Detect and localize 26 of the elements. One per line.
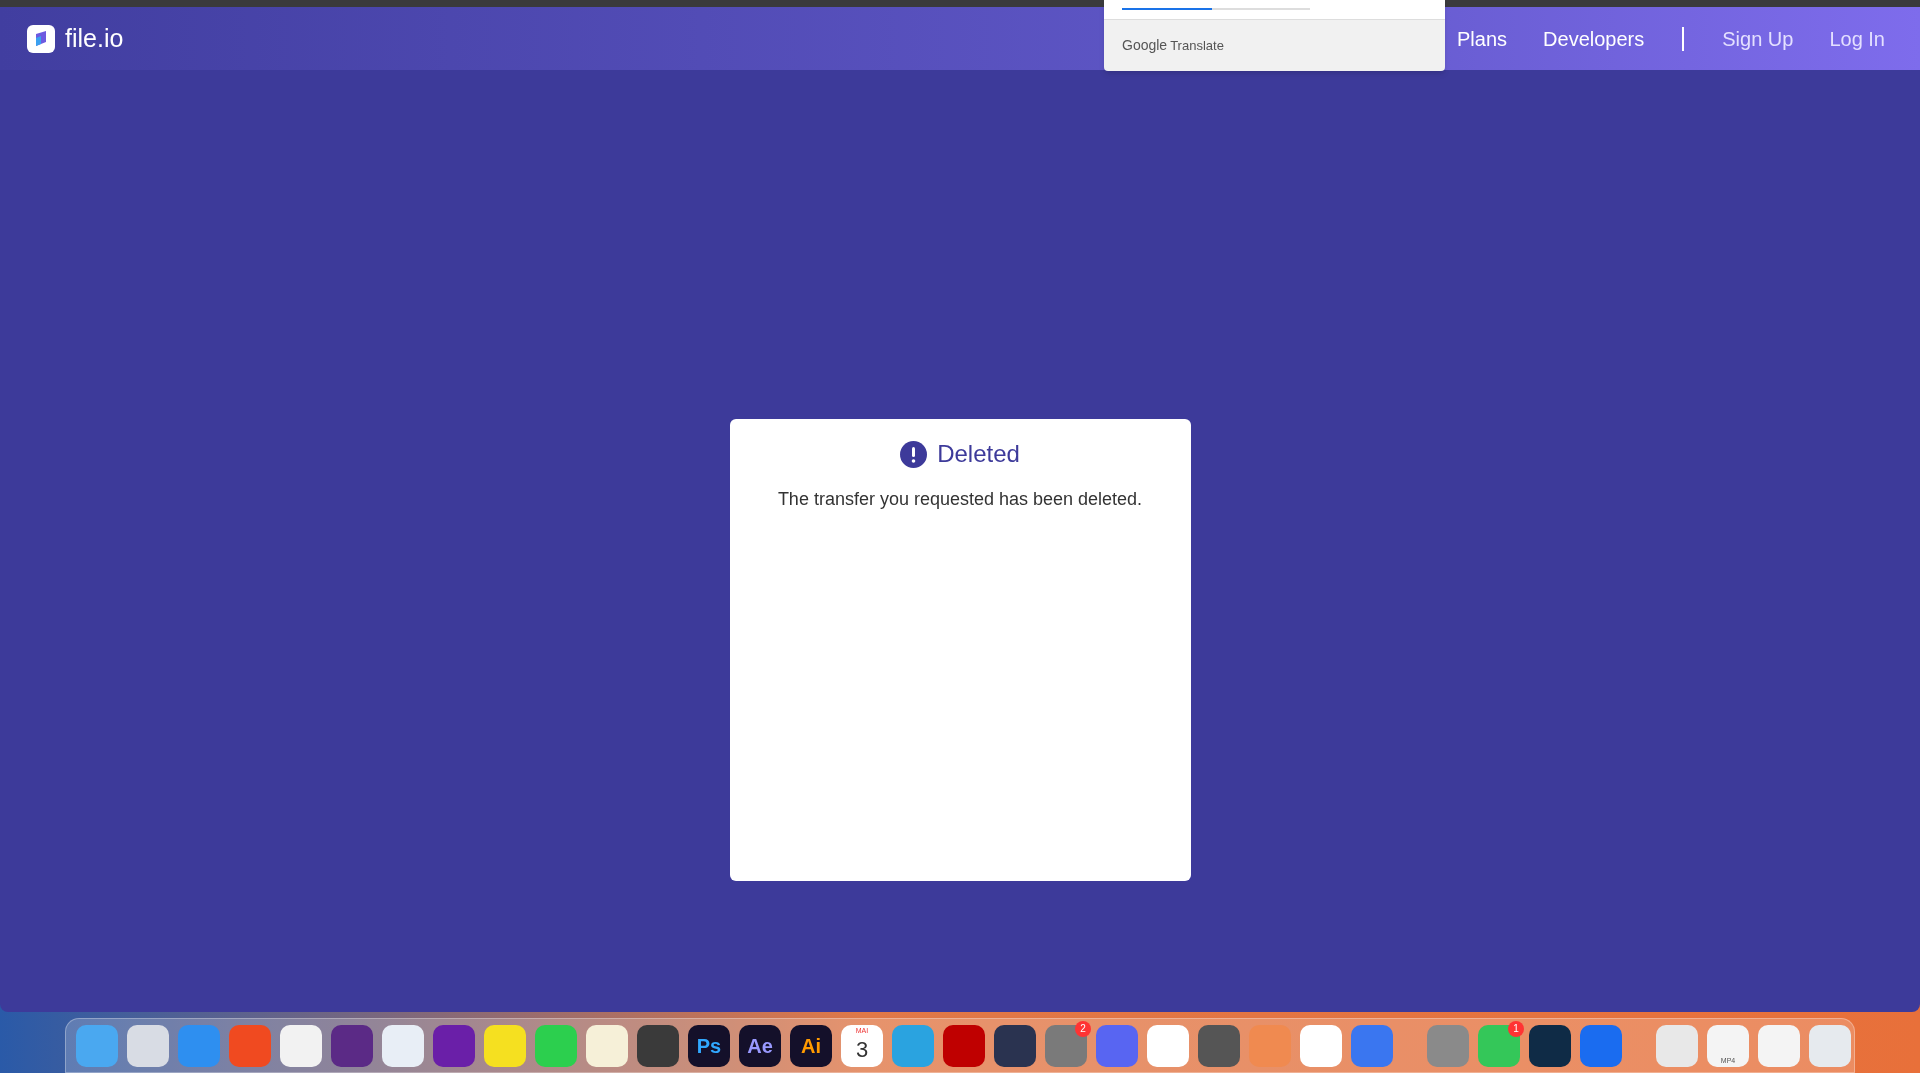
app-icon[interactable] bbox=[994, 1024, 1036, 1067]
exclamation-icon bbox=[900, 440, 928, 468]
app-icon[interactable] bbox=[586, 1024, 628, 1067]
app-icon[interactable] bbox=[127, 1024, 169, 1067]
notification-badge: 2 bbox=[1075, 1020, 1091, 1037]
brand-name: Google bbox=[1122, 36, 1168, 55]
app-icon[interactable]: Ai bbox=[790, 1024, 832, 1067]
app-icon[interactable] bbox=[331, 1024, 373, 1067]
app-icon[interactable] bbox=[637, 1024, 679, 1067]
app-icon[interactable] bbox=[1529, 1024, 1571, 1067]
notification-badge: 1 bbox=[1508, 1020, 1524, 1037]
app-icon[interactable]: Ps bbox=[688, 1024, 730, 1067]
app-icon[interactable] bbox=[943, 1024, 985, 1067]
product-name: Translate bbox=[1170, 36, 1224, 55]
app-icon[interactable] bbox=[433, 1024, 475, 1067]
nav-link[interactable]: Developers bbox=[1543, 23, 1645, 54]
logo-text[interactable]: file.io bbox=[65, 26, 124, 51]
card-message: The transfer you requested has been deleted. bbox=[777, 488, 1143, 511]
nav-link[interactable]: Plans bbox=[1457, 23, 1508, 54]
logo-icon bbox=[27, 24, 55, 53]
app-icon[interactable] bbox=[382, 1024, 424, 1067]
app-icon[interactable] bbox=[280, 1024, 322, 1067]
app-icon[interactable]: Ae bbox=[739, 1024, 781, 1067]
app-icon[interactable] bbox=[1198, 1024, 1240, 1067]
card-title: Deleted bbox=[937, 439, 1020, 469]
calendar-day: 3 bbox=[855, 1038, 869, 1061]
